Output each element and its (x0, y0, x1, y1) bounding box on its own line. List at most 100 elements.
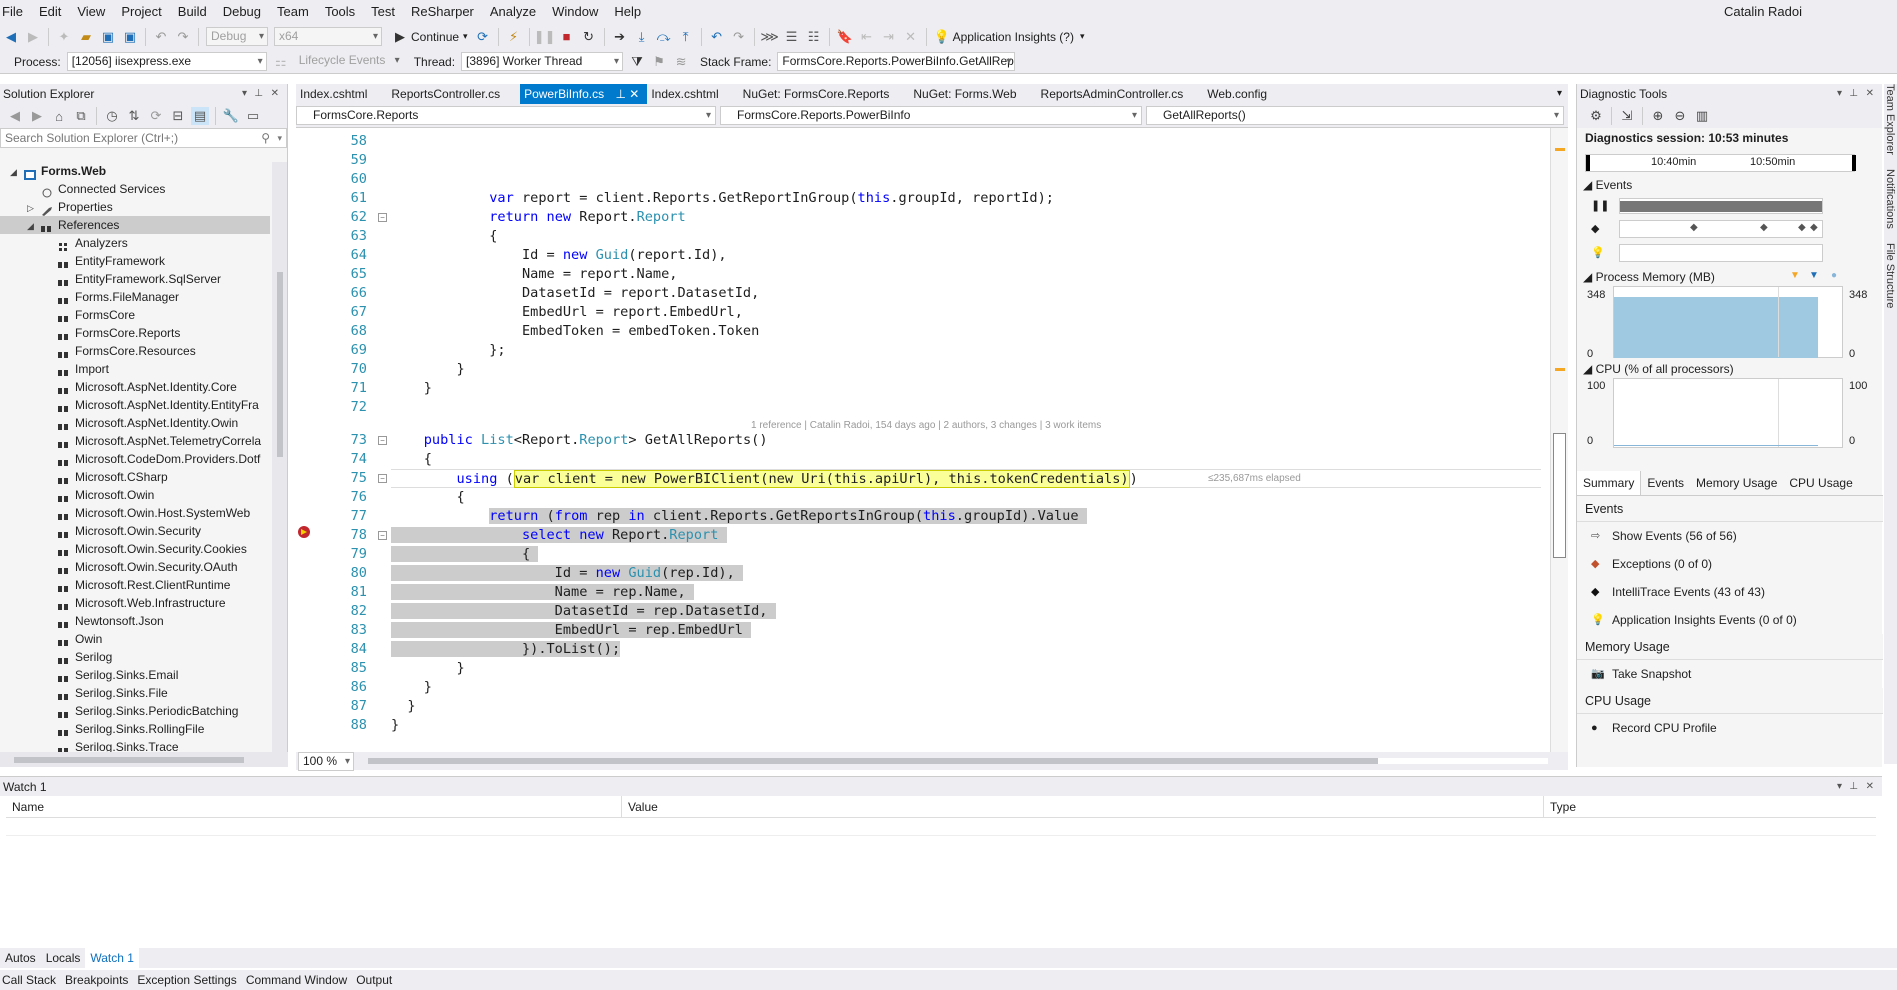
tree-item[interactable]: Connected Services (0, 180, 270, 198)
event-row[interactable]: ◆ IntelliTrace Events (43 of 43) (1577, 578, 1883, 606)
expander-icon[interactable]: ◢ (27, 217, 41, 235)
thread-select[interactable]: [3896] Worker Thread (461, 52, 624, 71)
stop-icon[interactable]: ■ (558, 28, 576, 46)
zoom-in-icon[interactable]: ⊕ (1649, 107, 1667, 125)
bottom-tab-locals[interactable]: Locals (41, 948, 86, 968)
tool-tab-call-stack[interactable]: Call Stack (0, 970, 63, 990)
dropdown-icon[interactable]: ▾ (242, 84, 247, 104)
side-tab-team-explorer[interactable]: Team Explorer (1884, 84, 1896, 155)
timeline-handle-left[interactable] (1586, 155, 1590, 171)
tree-item[interactable]: FormsCore.Resources (0, 342, 270, 360)
code-line[interactable]: EmbedToken = embedToken.Token (391, 322, 759, 341)
zoom-out-icon[interactable]: ⊖ (1671, 107, 1689, 125)
fold-toggle-icon[interactable]: − (378, 474, 387, 483)
show-next-statement-icon[interactable]: ➔ (611, 28, 629, 46)
tree-item[interactable]: Microsoft.Owin.Security.Cookies (0, 540, 270, 558)
step-out-icon[interactable]: ⤒ (677, 28, 695, 46)
code-line[interactable]: { (391, 488, 464, 507)
new-project-icon[interactable]: ✦ (55, 28, 73, 46)
back-icon[interactable]: ◀ (2, 28, 20, 46)
fold-toggle-icon[interactable]: − (378, 436, 387, 445)
tree-item[interactable]: Owin (0, 630, 270, 648)
breakpoint-current-icon[interactable] (296, 523, 314, 541)
tab-reportsadmincontroller-cs[interactable]: ReportsAdminController.cs (1037, 84, 1204, 104)
menu-help[interactable]: Help (606, 0, 649, 24)
tree-item[interactable]: Newtonsoft.Json (0, 612, 270, 630)
menu-edit[interactable]: Edit (31, 0, 69, 24)
close-icon[interactable]: ✕ (1866, 84, 1874, 104)
uncomment-icon[interactable]: ☷ (805, 28, 823, 46)
tree-vertical-scrollbar[interactable] (272, 162, 287, 754)
app-insights-dropdown-icon[interactable]: ▾ (1080, 31, 1085, 42)
tree-item[interactable]: Microsoft.Rest.ClientRuntime (0, 576, 270, 594)
pending-changes-icon[interactable]: ◷ (103, 107, 121, 125)
refresh-icon[interactable]: ⟳ (147, 107, 165, 125)
member-select[interactable]: GetAllReports() (1146, 106, 1564, 125)
tree-item[interactable]: Microsoft.Owin.Host.SystemWeb (0, 504, 270, 522)
class-select[interactable]: FormsCore.Reports.PowerBiInfo (720, 106, 1142, 125)
tool-tab-command-window[interactable]: Command Window (244, 970, 354, 990)
tree-item[interactable]: Microsoft.AspNet.Identity.Owin (0, 414, 270, 432)
tree-item[interactable]: Microsoft.Owin.Security.OAuth (0, 558, 270, 576)
redo-icon[interactable]: ↷ (174, 28, 192, 46)
continue-dropdown-icon[interactable]: ▾ (463, 31, 468, 42)
forward-icon[interactable]: ▶ (24, 28, 42, 46)
sync-icon[interactable]: ⇅ (125, 107, 143, 125)
home-icon[interactable]: ⌂ (50, 107, 68, 125)
dropdown-icon[interactable]: ▾ (1837, 84, 1842, 104)
stack-frame-select[interactable]: FormsCore.Reports.PowerBiInfo.GetAllRep (777, 52, 1016, 71)
continue-icon[interactable]: ▶ (391, 28, 409, 46)
code-line[interactable]: return new Report.Report (391, 208, 685, 227)
tree-item[interactable]: Serilog.Sinks.PeriodicBatching (0, 702, 270, 720)
preview-icon[interactable]: ▭ (244, 107, 262, 125)
next-bookmark-icon[interactable]: ⇥ (880, 28, 898, 46)
menu-resharper[interactable]: ReSharper (403, 0, 482, 24)
code-line[interactable]: DatasetId = rep.DatasetId, (391, 602, 776, 621)
scrollbar-thumb[interactable] (14, 757, 244, 763)
user-name[interactable]: Catalin Radoi (1724, 0, 1802, 24)
redo-nav-icon[interactable]: ↷ (730, 28, 748, 46)
undo-nav-icon[interactable]: ↶ (708, 28, 726, 46)
menu-build[interactable]: Build (170, 0, 215, 24)
code-editor[interactable]: 58 59 60 61 62 63 64 65 66 67 68 69 70 71 72 73 74 75 76 77… (296, 128, 1568, 752)
code-line[interactable]: }; (391, 341, 505, 360)
code-line[interactable]: Id = new Guid(report.Id), (391, 246, 727, 265)
menu-team[interactable]: Team (269, 0, 317, 24)
close-icon[interactable]: ✕ (1866, 777, 1874, 797)
step-into-icon[interactable]: ⤓ (633, 28, 651, 46)
take-snapshot-button[interactable]: 📷 Take Snapshot (1577, 660, 1883, 688)
codelens[interactable]: 1 reference | Catalin Radoi, 154 days ag… (751, 420, 1101, 431)
app-insights-button[interactable]: Application Insights (?) (953, 30, 1074, 44)
code-line[interactable]: } (391, 697, 415, 716)
reset-zoom-icon[interactable]: ▥ (1693, 107, 1711, 125)
pin-icon[interactable]: ⊥ (254, 84, 263, 104)
hot-reload-icon[interactable]: ⚡ (505, 28, 523, 46)
event-row[interactable]: ⇨ Show Events (56 of 56) (1577, 522, 1883, 550)
editor-horizontal-scrollbar[interactable] (368, 758, 1548, 764)
code-line[interactable]: { (391, 450, 432, 469)
step-over-icon[interactable]: ⤼ (655, 28, 673, 46)
tree-horizontal-scrollbar[interactable] (0, 752, 288, 767)
tree-item[interactable]: Microsoft.Owin.Security (0, 522, 270, 540)
code-line[interactable]: Name = rep.Name, (391, 583, 694, 602)
menu-tools[interactable]: Tools (317, 0, 363, 24)
tab-web-config[interactable]: Web.config (1203, 84, 1287, 104)
tab-overflow-icon[interactable]: ▾ (1557, 84, 1568, 104)
collapse-all-icon[interactable]: ⊟ (169, 107, 187, 125)
watch-col-type[interactable]: Type (1543, 796, 1876, 817)
undo-icon[interactable]: ↶ (152, 28, 170, 46)
tree-item[interactable]: ▷ Properties (0, 198, 270, 216)
watch-empty-row[interactable] (6, 818, 1876, 836)
editor-vertical-scrollbar[interactable] (1550, 128, 1568, 752)
comment-icon[interactable]: ☰ (783, 28, 801, 46)
watch-col-value[interactable]: Value (621, 796, 1543, 817)
event-row[interactable]: 💡 Application Insights Events (0 of 0) (1577, 606, 1883, 634)
app-insights-icon[interactable]: 💡 (933, 28, 951, 46)
open-file-icon[interactable]: ▰ (77, 28, 95, 46)
code-line[interactable]: var report = client.Reports.GetReportInG… (391, 189, 1054, 208)
tree-item[interactable]: EntityFramework (0, 252, 270, 270)
tab-powerbiinfo-cs[interactable]: PowerBiInfo.cs ⊥ ✕ (520, 84, 648, 104)
project-select[interactable]: FormsCore.Reports (296, 106, 716, 125)
code-line[interactable]: return (from rep in client.Reports.GetRe… (391, 507, 1087, 526)
switch-views-icon[interactable]: ⧉ (72, 107, 90, 125)
